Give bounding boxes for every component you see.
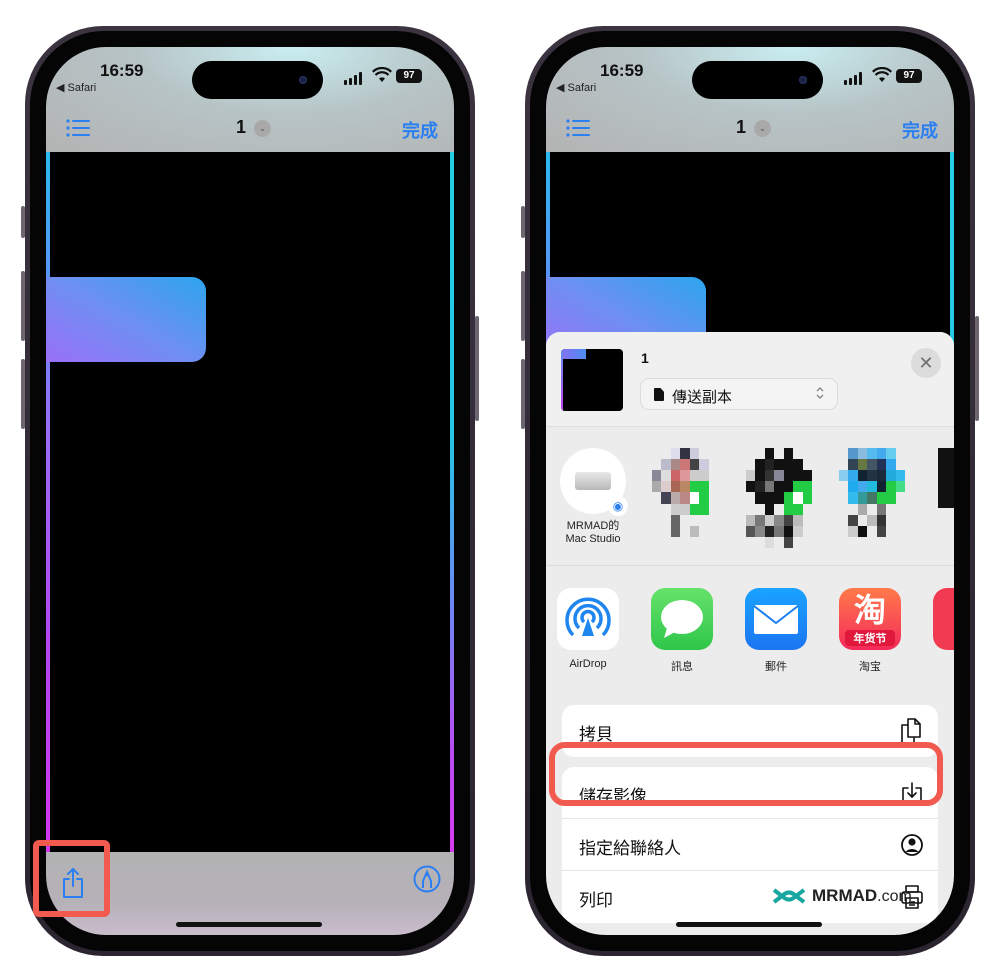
- left-phone-frame: 16:59 ◀ Safari 97 1 ⌄ 完成: [21, 26, 479, 956]
- app-label: 訊息: [671, 661, 693, 673]
- document-preview: [46, 152, 454, 852]
- app-label: 郵件: [765, 661, 787, 673]
- page-number[interactable]: 1: [236, 117, 246, 138]
- list-icon[interactable]: [566, 119, 590, 137]
- page-number[interactable]: 1: [736, 117, 746, 138]
- wifi-icon: [372, 67, 392, 82]
- close-button[interactable]: ✕: [911, 348, 941, 378]
- person-contact-blurred[interactable]: [741, 448, 817, 548]
- contact-icon: [901, 834, 923, 856]
- app-airdrop[interactable]: AirDrop: [548, 588, 628, 670]
- app-partial[interactable]: [924, 588, 954, 650]
- printer-icon: [901, 885, 923, 909]
- battery-indicator: 97: [896, 69, 922, 83]
- volume-down-button: [21, 359, 25, 429]
- home-indicator: [676, 922, 822, 927]
- dynamic-island: [692, 61, 823, 99]
- gradient-tab-shape: [46, 277, 206, 362]
- action-assign-contact[interactable]: 指定給聯絡人: [562, 819, 938, 871]
- document-icon: [654, 388, 664, 401]
- chevron-down-icon[interactable]: ⌄: [754, 120, 771, 137]
- back-to-safari[interactable]: ◀ Safari: [56, 81, 96, 94]
- send-copy-label: 傳送副本: [672, 389, 733, 406]
- highlight-share-button: [33, 840, 110, 917]
- power-button: [975, 316, 979, 421]
- cellular-signal-icon: [844, 72, 862, 85]
- app-label: 淘宝: [859, 661, 881, 673]
- app-messages[interactable]: 訊息: [642, 588, 722, 674]
- person-mac-studio[interactable]: ◉ MRMAD的 Mac Studio: [555, 448, 631, 546]
- gradient-edge-left: [46, 152, 50, 852]
- markup-pen-icon[interactable]: [412, 864, 442, 894]
- mail-icon: [745, 588, 807, 650]
- person-contact-blurred[interactable]: [834, 448, 910, 548]
- volume-down-button: [521, 359, 525, 429]
- messages-icon: [651, 588, 713, 650]
- highlight-save-image: [549, 742, 943, 806]
- right-phone-frame: 16:59 ◀ Safari 97 1 ⌄ 完成 1 傳送副本 ✕ ◉ MRMA…: [521, 26, 979, 956]
- share-sheet-header: 1 傳送副本 ✕: [546, 332, 954, 427]
- airdrop-badge-icon: ◉: [608, 496, 628, 516]
- left-screen: 16:59 ◀ Safari 97 1 ⌄ 完成: [46, 47, 454, 935]
- done-button[interactable]: 完成: [902, 117, 938, 143]
- camera-icon: [299, 76, 307, 84]
- taobao-icon: 淘 年货节: [839, 588, 901, 650]
- battery-indicator: 97: [396, 69, 422, 83]
- share-sheet: 1 傳送副本 ✕ ◉ MRMAD的 Mac Studio AirDrop 訊息 …: [546, 332, 954, 935]
- document-thumbnail: [561, 349, 623, 411]
- status-time: 16:59: [600, 61, 644, 80]
- list-icon[interactable]: [66, 119, 90, 137]
- action-button: [21, 206, 25, 238]
- action-print[interactable]: 列印 MRMAD.com: [562, 871, 938, 923]
- dynamic-island: [192, 61, 323, 99]
- person-name: MRMAD的 Mac Studio: [565, 520, 621, 545]
- app-label: AirDrop: [569, 658, 607, 670]
- blurred-avatar: [652, 448, 718, 548]
- power-button: [475, 316, 479, 421]
- person-contact-blurred[interactable]: [647, 448, 723, 548]
- volume-up-button: [521, 271, 525, 341]
- mrmad-watermark: MRMAD.com: [772, 886, 912, 906]
- done-button[interactable]: 完成: [402, 117, 438, 143]
- status-time: 16:59: [100, 61, 144, 80]
- copy-icon: [901, 718, 921, 744]
- person-contact-blurred[interactable]: [926, 448, 954, 508]
- send-copy-selector[interactable]: 傳送副本: [640, 378, 838, 410]
- blurred-avatar: [839, 448, 905, 548]
- airdrop-people-row: ◉ MRMAD的 Mac Studio: [546, 428, 954, 566]
- app-mail[interactable]: 郵件: [736, 588, 816, 674]
- airdrop-icon: [557, 588, 619, 650]
- apps-row: AirDrop 訊息 郵件 淘 年货节 淘宝: [546, 567, 954, 702]
- back-to-safari[interactable]: ◀ Safari: [556, 81, 596, 94]
- wifi-icon: [872, 67, 892, 82]
- share-sheet-title: 1: [641, 350, 649, 366]
- chevron-up-down-icon: [816, 387, 824, 399]
- mac-studio-avatar: ◉: [560, 448, 628, 516]
- camera-icon: [799, 76, 807, 84]
- app-partial-icon: [933, 588, 954, 650]
- home-indicator: [176, 922, 322, 927]
- gradient-edge-right: [450, 152, 454, 852]
- volume-up-button: [21, 271, 25, 341]
- app-taobao[interactable]: 淘 年货节 淘宝: [830, 588, 910, 674]
- action-button: [521, 206, 525, 238]
- action-list: 拷貝 儲存影像 指定給聯絡人 列印 MRMAD.com: [562, 705, 938, 933]
- mrmad-logo-icon: [772, 888, 806, 904]
- cellular-signal-icon: [344, 72, 362, 85]
- chevron-down-icon[interactable]: ⌄: [254, 120, 271, 137]
- blurred-avatar: [746, 448, 812, 548]
